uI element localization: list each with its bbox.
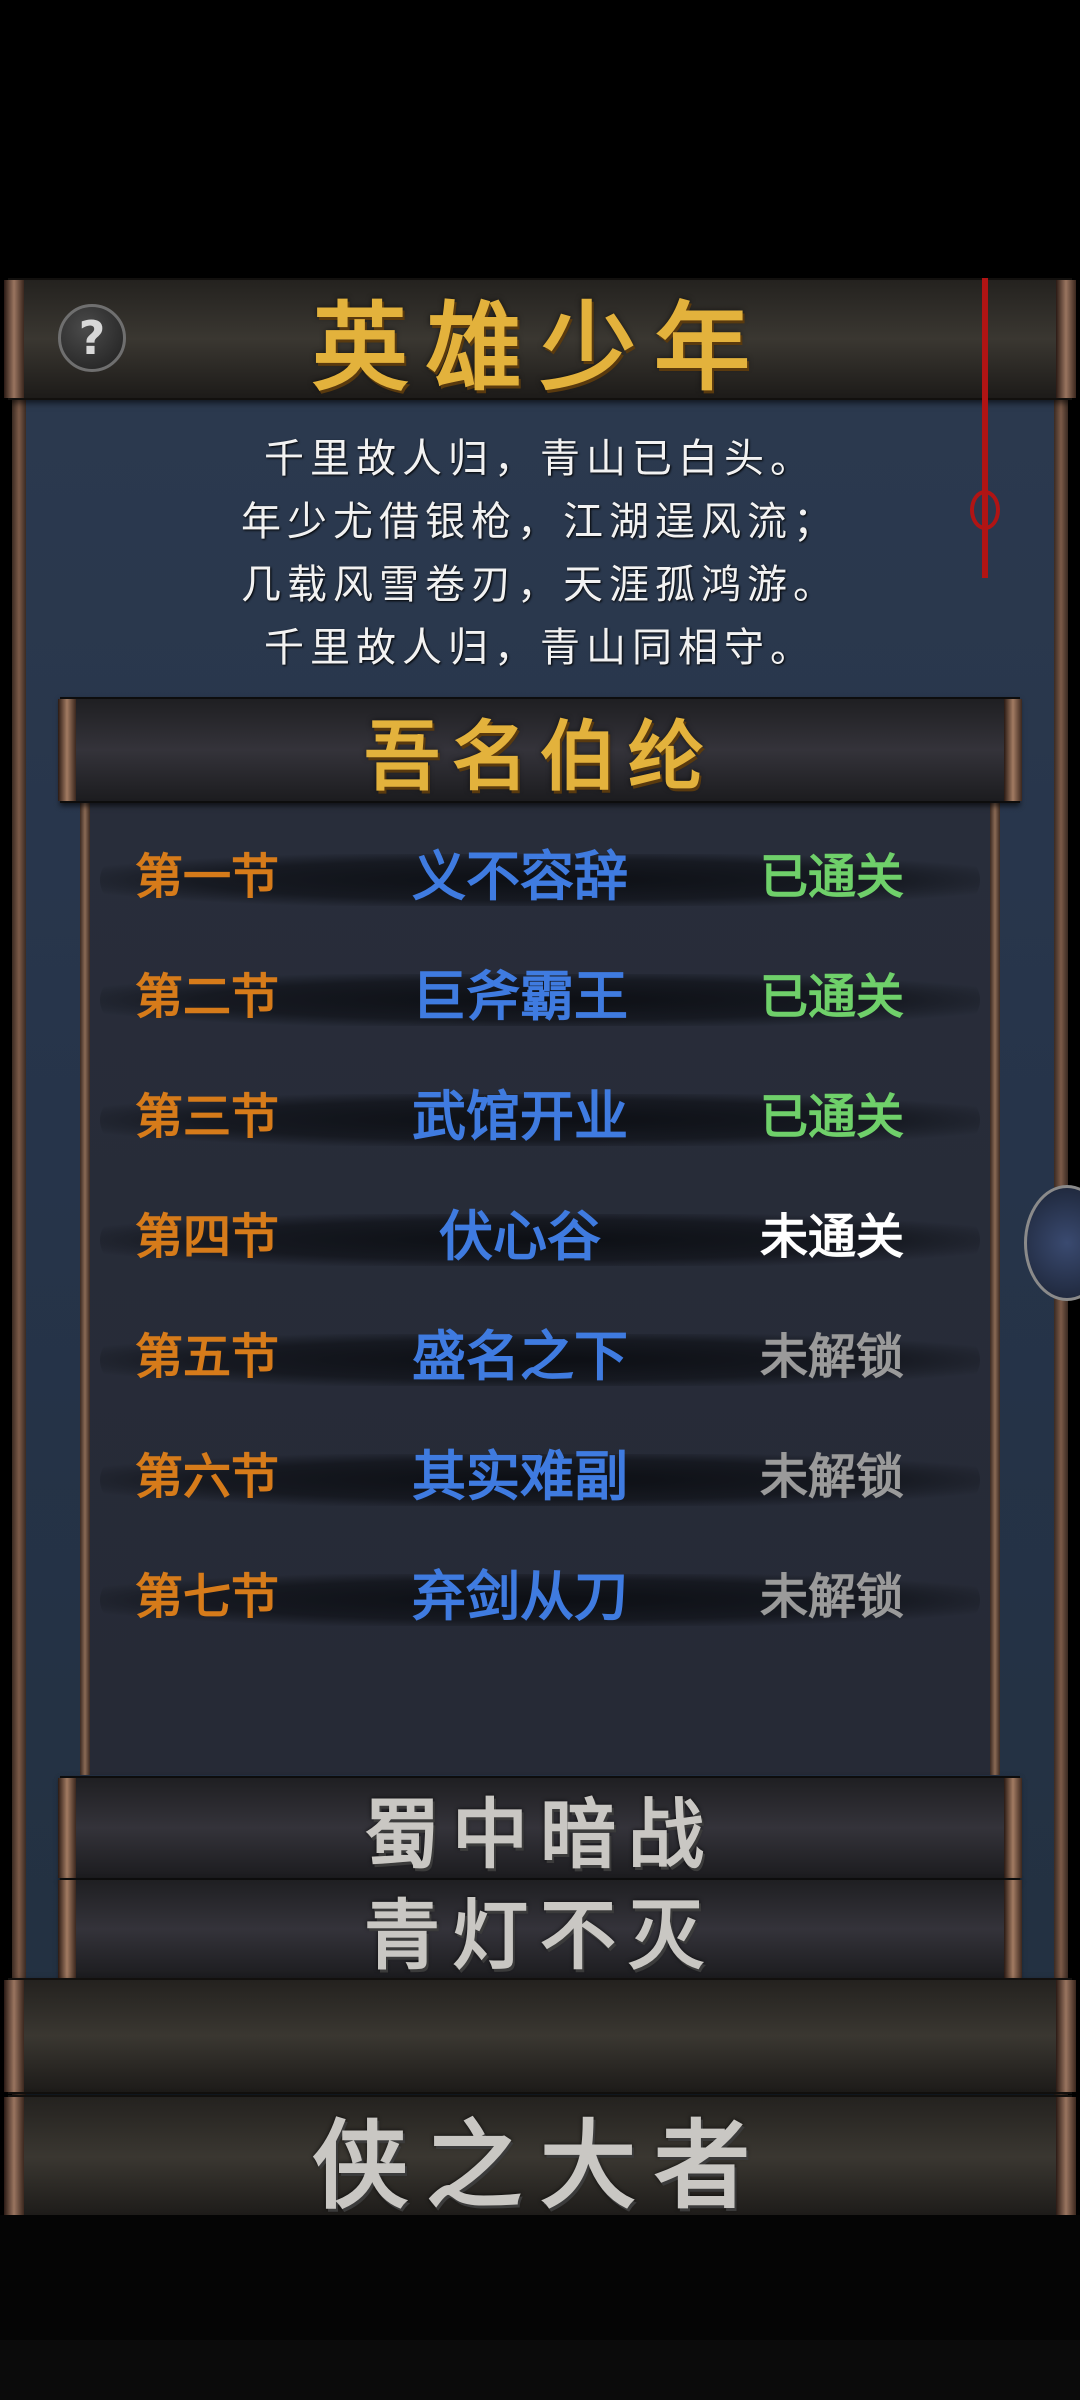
chapter-number: 第三节	[135, 1089, 280, 1145]
section-title: 蜀中暗战	[364, 1790, 716, 1879]
chapter-name: 伏心谷	[439, 1205, 601, 1268]
chapter-status: 未解锁	[760, 1329, 905, 1385]
chapter-status: 未解锁	[760, 1569, 905, 1625]
chapter-row-3[interactable]: 第三节 武馆开业 已通关	[100, 1072, 980, 1162]
chapter-number: 第六节	[135, 1449, 280, 1505]
bar-cap-right	[1056, 1980, 1076, 2092]
poem-line: 千里故人归，青山已白头。	[264, 436, 816, 482]
chapter-status: 已通关	[760, 849, 905, 905]
chapter-name: 弃剑从刀	[412, 1565, 628, 1628]
section-tab-shuzhong[interactable]: 蜀中暗战	[58, 1776, 1022, 1880]
chapter-number: 第一节	[135, 849, 280, 905]
chapter-row-5[interactable]: 第五节 盛名之下 未解锁	[100, 1312, 980, 1402]
section-tab-qingdeng[interactable]: 青灯不灭	[58, 1878, 1022, 1980]
story-title: 英雄少年	[312, 290, 768, 404]
chapter-row-7[interactable]: 第七节 弃剑从刀 未解锁	[100, 1552, 980, 1642]
chapter-number: 第四节	[135, 1209, 280, 1265]
chapter-name: 巨斧霸王	[412, 965, 628, 1028]
bar-cap-left	[4, 1980, 24, 2092]
chapter-name: 其实难副	[412, 1445, 628, 1508]
poem-line: 几载风雪卷刃，天涯孤鸿游。	[241, 562, 839, 608]
next-story-bar[interactable]: 侠之大者	[4, 2095, 1076, 2222]
poem-line: 千里故人归，青山同相守。	[264, 625, 816, 671]
story-title-bar[interactable]: 英雄少年	[4, 278, 1076, 404]
chapter-number: 第二节	[135, 969, 280, 1025]
chapter-name: 武馆开业	[412, 1085, 628, 1148]
inner-scroll-right-rod	[990, 795, 1000, 1775]
chapter-status: 已通关	[760, 969, 905, 1025]
chapter-name: 盛名之下	[412, 1325, 628, 1388]
help-button[interactable]: ?	[58, 304, 126, 372]
chapter-number: 第五节	[135, 1329, 280, 1385]
question-mark-icon: ?	[78, 311, 106, 365]
chapter-row-1[interactable]: 第一节 义不容辞 已通关	[100, 832, 980, 922]
top-black-area	[0, 0, 1080, 278]
next-story-title: 侠之大者	[312, 2108, 768, 2222]
chapter-row-4[interactable]: 第四节 伏心谷 未通关	[100, 1192, 980, 1282]
inner-scroll-left-rod	[80, 795, 90, 1775]
section-title: 吾名伯纶	[364, 712, 716, 801]
section-header-bar[interactable]: 吾名伯纶	[58, 697, 1022, 803]
chapter-status: 已通关	[760, 1089, 905, 1145]
story-poem: 千里故人归，青山已白头。 年少尤借银枪，江湖逞风流； 几载风雪卷刃，天涯孤鸿游。…	[0, 428, 1080, 680]
chapter-status: 未通关	[760, 1209, 905, 1265]
chapter-status: 未解锁	[760, 1449, 905, 1505]
scroll-bottom-roll	[4, 1978, 1076, 2094]
chapter-number: 第七节	[135, 1569, 280, 1625]
chapter-name: 义不容辞	[412, 845, 628, 908]
section-title: 青灯不灭	[364, 1891, 716, 1980]
chapter-row-6[interactable]: 第六节 其实难副 未解锁	[100, 1432, 980, 1522]
poem-line: 年少尤借银枪，江湖逞风流；	[241, 499, 839, 545]
chapter-row-2[interactable]: 第二节 巨斧霸王 已通关	[100, 952, 980, 1042]
system-nav-strip	[0, 2340, 1080, 2400]
game-screen: 英雄少年 ? 千里故人归，青山已白头。 年少尤借银枪，江湖逞风流； 几载风雪卷刃…	[0, 0, 1080, 2400]
